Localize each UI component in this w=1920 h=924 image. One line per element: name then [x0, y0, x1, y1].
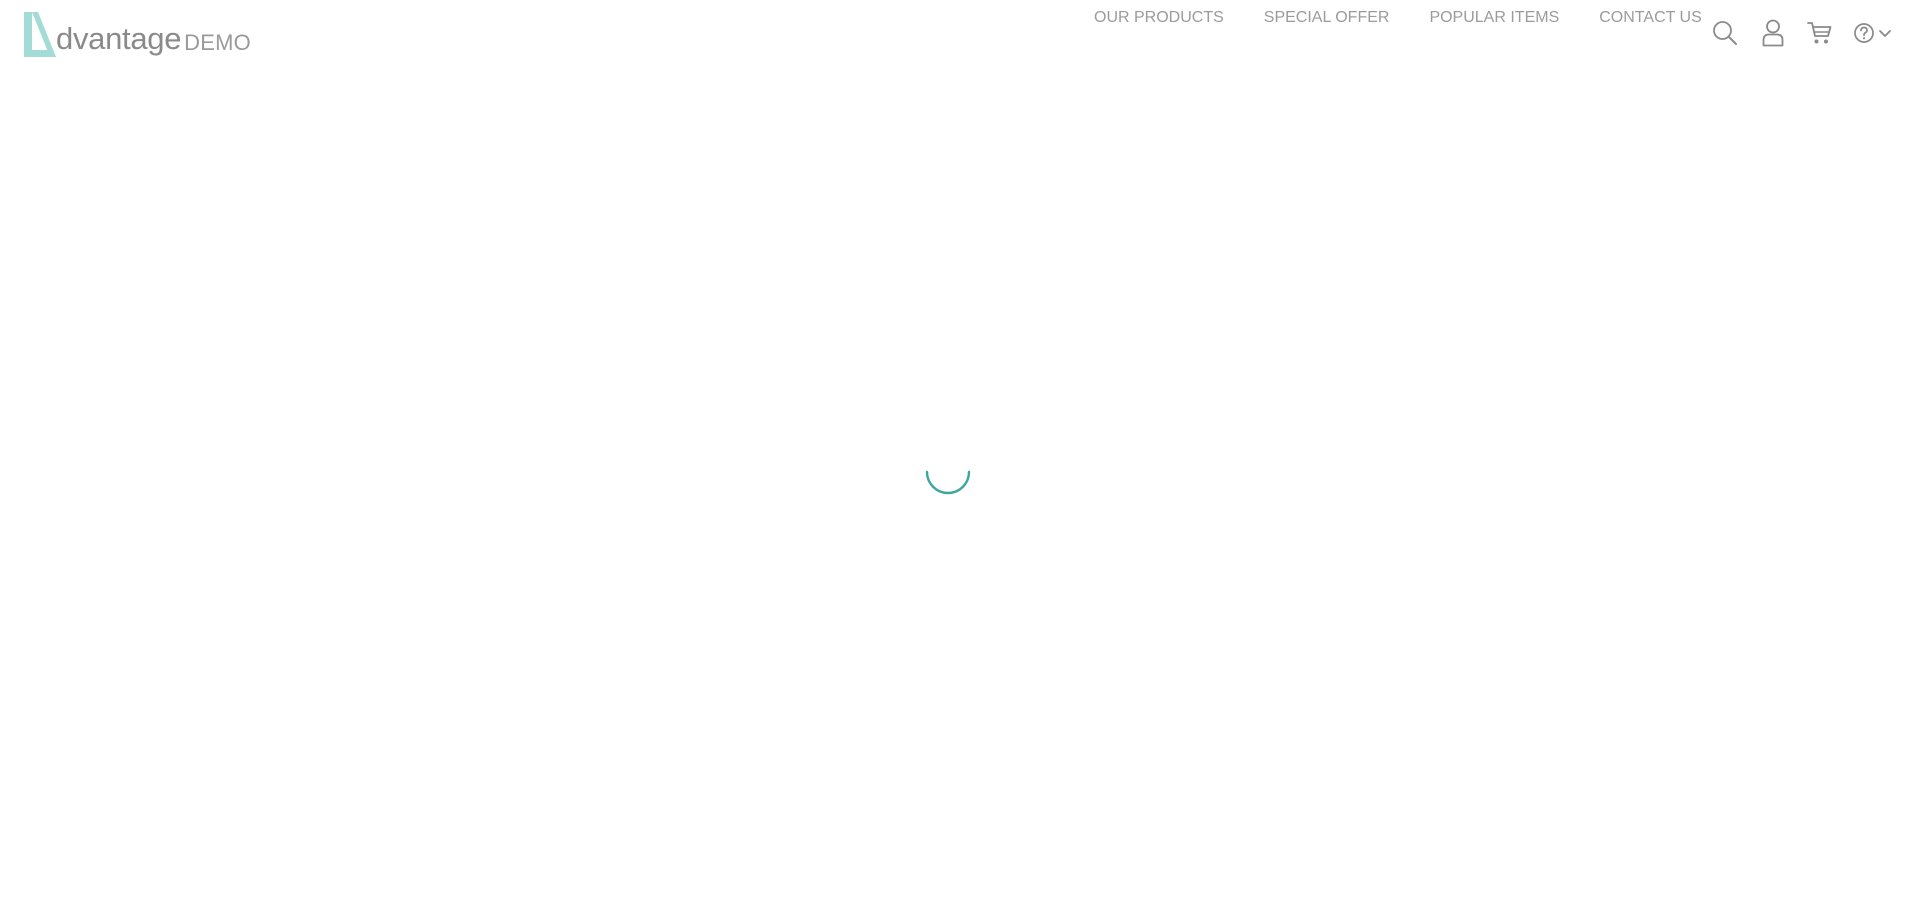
page: dvantage DEMO OUR PRODUCTS SPECIAL OFFER…	[0, 0, 1920, 924]
logo-suffix: DEMO	[184, 30, 251, 55]
nav-our-products[interactable]: OUR PRODUCTS	[1094, 9, 1224, 27]
logo-mark-icon	[24, 12, 56, 57]
loading-spinner	[925, 470, 971, 495]
cart-icon	[1807, 22, 1832, 44]
nav-contact-us[interactable]: CONTACT US	[1599, 9, 1702, 27]
user-icon	[1762, 19, 1784, 47]
cart-button[interactable]	[1806, 18, 1834, 48]
logo-name: dvantage	[56, 21, 182, 56]
help-menu-button[interactable]	[1852, 18, 1892, 48]
help-icon	[1853, 23, 1874, 43]
chevron-down-icon	[1878, 30, 1891, 37]
user-button[interactable]	[1760, 18, 1786, 48]
nav-popular-items[interactable]: POPULAR ITEMS	[1429, 9, 1559, 27]
main-nav: OUR PRODUCTS SPECIAL OFFER POPULAR ITEMS…	[1094, 9, 1702, 27]
logo-link[interactable]: dvantage DEMO	[22, 8, 251, 58]
search-button[interactable]	[1710, 18, 1740, 48]
nav-special-offer[interactable]: SPECIAL OFFER	[1264, 9, 1390, 27]
header-icons	[1710, 18, 1892, 48]
site-header: dvantage DEMO OUR PRODUCTS SPECIAL OFFER…	[0, 0, 1920, 70]
search-icon	[1713, 21, 1737, 45]
